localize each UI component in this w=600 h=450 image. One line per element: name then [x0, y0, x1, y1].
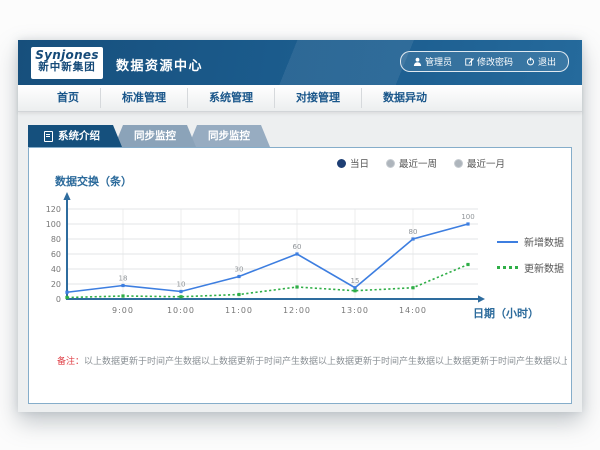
nav-item-interface-mgmt[interactable]: 对接管理 — [274, 88, 361, 108]
brand-logo-text-cn: 新中新集团 — [31, 62, 103, 74]
svg-text:100: 100 — [461, 213, 474, 221]
legend-item-new-data: 新增数据 — [497, 234, 564, 249]
tab-sync-monitor-2[interactable]: 同步监控 — [188, 125, 270, 147]
footnote-text: 以上数据更新于时间产生数据以上数据更新于时间产生数据以上数据更新于时间产生数据以… — [84, 357, 567, 367]
tab-label: 同步监控 — [134, 125, 176, 147]
power-icon — [526, 57, 535, 66]
svg-text:15: 15 — [351, 277, 360, 285]
app-title: 数据资源中心 — [116, 55, 203, 74]
svg-text:120: 120 — [46, 205, 61, 214]
legend-label: 新增数据 — [524, 234, 564, 249]
legend-swatch-dotted-line — [497, 266, 518, 269]
radio-icon — [386, 159, 395, 168]
svg-text:14:00: 14:00 — [399, 306, 427, 315]
svg-text:12:00: 12:00 — [283, 306, 311, 315]
svg-text:100: 100 — [46, 220, 61, 229]
range-option-label: 最近一周 — [399, 156, 437, 170]
change-password-button[interactable]: 修改密码 — [465, 55, 513, 68]
svg-text:80: 80 — [409, 228, 418, 236]
svg-text:30: 30 — [235, 266, 244, 274]
tab-sync-monitor-1[interactable]: 同步监控 — [114, 125, 196, 147]
svg-text:13:00: 13:00 — [341, 306, 369, 315]
username-label: 管理员 — [425, 55, 452, 68]
change-password-label: 修改密码 — [477, 55, 513, 68]
tab-label: 系统介绍 — [58, 125, 100, 147]
edit-icon — [465, 57, 474, 66]
nav-item-standard-mgmt[interactable]: 标准管理 — [100, 88, 187, 108]
legend-swatch-solid-line — [497, 241, 518, 243]
range-option-label: 最近一月 — [467, 156, 505, 170]
range-options: 当日 最近一周 最近一月 — [337, 156, 505, 170]
radio-selected-icon — [337, 159, 346, 168]
page: Synjones 新中新集团 数据资源中心 管理员 修改密码 退出 — [0, 0, 600, 450]
app-header: Synjones 新中新集团 数据资源中心 管理员 修改密码 退出 — [18, 40, 582, 85]
svg-text:10:00: 10:00 — [167, 306, 195, 315]
logout-button[interactable]: 退出 — [526, 55, 556, 68]
range-option-last-month[interactable]: 最近一月 — [454, 156, 505, 170]
range-option-last-week[interactable]: 最近一周 — [386, 156, 437, 170]
legend-item-update-data: 更新数据 — [497, 260, 564, 275]
range-option-today[interactable]: 当日 — [337, 156, 369, 170]
radio-icon — [454, 159, 463, 168]
line-chart: 0 20 40 60 80 100 120 9:00 10:00 11:00 12:00 13:00 1… — [37, 190, 497, 350]
svg-text:0: 0 — [56, 295, 61, 304]
app-window: Synjones 新中新集团 数据资源中心 管理员 修改密码 退出 — [18, 40, 582, 412]
user-bar: 管理员 修改密码 退出 — [400, 51, 569, 72]
svg-text:9:00: 9:00 — [112, 306, 134, 315]
svg-text:11:00: 11:00 — [225, 306, 253, 315]
chart-legend: 新增数据 更新数据 — [497, 234, 564, 275]
content-panel: 当日 最近一周 最近一月 数据交换（条） 0 20 40 60 80 100 120 9:00… — [28, 147, 572, 404]
main-nav: 首页 标准管理 系统管理 对接管理 数据异动 — [18, 85, 582, 112]
nav-item-data-change[interactable]: 数据异动 — [361, 88, 448, 108]
brand-logo: Synjones 新中新集团 — [31, 47, 103, 79]
x-axis-title: 日期（小时） — [473, 305, 539, 321]
tab-bar: 系统介绍 同步监控 同步监控 — [28, 125, 270, 147]
svg-text:60: 60 — [51, 250, 61, 259]
svg-text:60: 60 — [293, 243, 302, 251]
nav-item-home[interactable]: 首页 — [36, 88, 100, 108]
y-axis-title: 数据交换（条） — [55, 173, 132, 189]
footnote: 备注：以上数据更新于时间产生数据以上数据更新于时间产生数据以上数据更新于时间产生… — [57, 354, 567, 367]
svg-text:10: 10 — [177, 281, 186, 289]
svg-text:20: 20 — [51, 280, 61, 289]
logout-label: 退出 — [538, 55, 556, 68]
nav-item-system-mgmt[interactable]: 系统管理 — [187, 88, 274, 108]
tab-system-intro[interactable]: 系统介绍 — [28, 125, 122, 147]
svg-text:40: 40 — [51, 265, 61, 274]
user-menu[interactable]: 管理员 — [413, 55, 452, 68]
svg-text:18: 18 — [119, 275, 128, 283]
document-icon — [44, 131, 53, 142]
tab-label: 同步监控 — [208, 125, 250, 147]
range-option-label: 当日 — [350, 156, 369, 170]
footnote-label: 备注： — [57, 357, 84, 367]
user-icon — [413, 57, 422, 66]
legend-label: 更新数据 — [524, 260, 564, 275]
svg-text:80: 80 — [51, 235, 61, 244]
